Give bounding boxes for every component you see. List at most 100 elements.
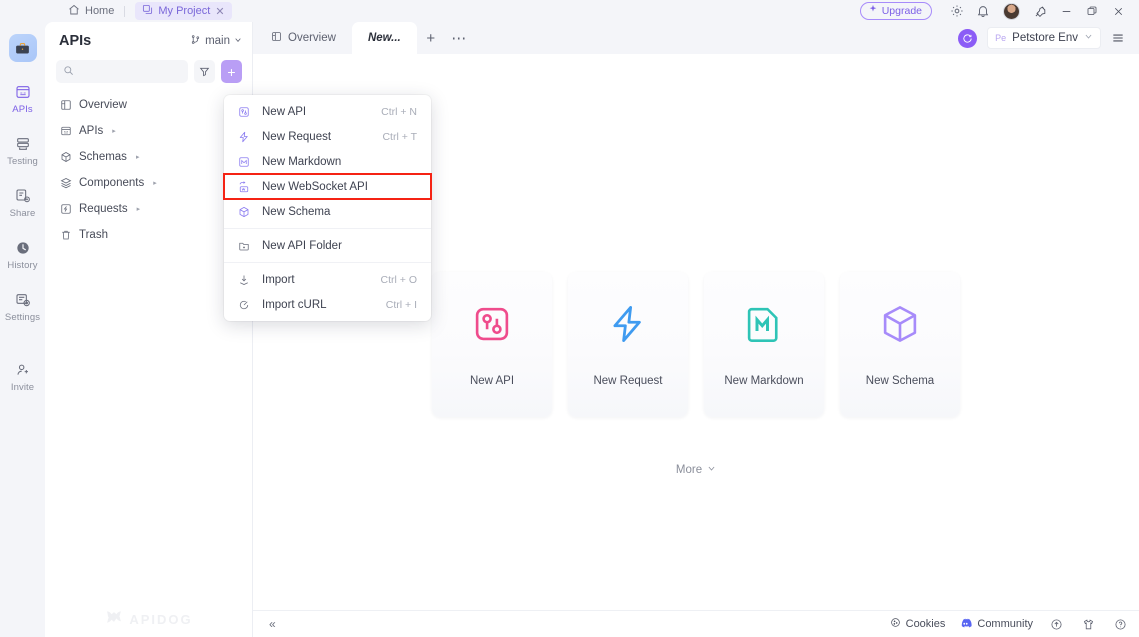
menu-divider xyxy=(224,228,431,229)
sidebar-item-settings[interactable]: Settings xyxy=(0,290,45,323)
search-input[interactable] xyxy=(79,65,181,78)
sidebar-item-apis-label: APIs xyxy=(12,104,33,115)
more-label: More xyxy=(675,464,703,476)
collapse-sidebar-button[interactable]: « xyxy=(263,617,282,631)
apidog-watermark: APIDOG xyxy=(45,610,253,629)
pin-icon[interactable] xyxy=(1027,0,1053,22)
schemas-icon xyxy=(59,151,72,163)
tree-item-overview[interactable]: Overview xyxy=(45,92,252,118)
card-new-api-label: New API xyxy=(469,375,515,387)
tree-caret: ▸ xyxy=(135,154,140,161)
tree-item-label: Schemas xyxy=(79,151,127,163)
help-circle-icon[interactable] xyxy=(1111,615,1129,633)
card-new-schema[interactable]: New Schema xyxy=(840,272,960,417)
chevron-down-icon xyxy=(234,35,242,47)
tree-item-schemas[interactable]: Schemas ▸ xyxy=(45,144,252,170)
sidebar-item-share-label: Share xyxy=(9,208,36,219)
panel-toolbar: + xyxy=(45,60,252,83)
branch-selector[interactable]: main xyxy=(190,34,242,48)
new-api-icon xyxy=(236,106,252,118)
menu-item-new-markdown[interactable]: New Markdown xyxy=(224,149,431,174)
card-new-api[interactable]: New API xyxy=(432,272,552,417)
menu-item-new-request[interactable]: New Request Ctrl + T xyxy=(224,124,431,149)
bottom-status-bar: « Cookies Community xyxy=(253,610,1139,637)
title-bar-actions: Upgrade xyxy=(859,0,1139,22)
search-box[interactable] xyxy=(56,60,188,83)
panel-header: APIs main xyxy=(45,22,252,60)
project-tab[interactable]: My Project ✕ xyxy=(135,2,232,20)
project-icon xyxy=(142,4,153,18)
new-tab-button[interactable]: + xyxy=(417,22,445,54)
bell-icon[interactable] xyxy=(970,0,996,22)
tab-new-label: New... xyxy=(367,32,401,44)
tree-item-apis[interactable]: APIs ▸ xyxy=(45,118,252,144)
filter-icon[interactable] xyxy=(194,60,215,83)
environment-selector[interactable]: Pe Petstore Env xyxy=(987,27,1101,49)
menu-item-label: New WebSocket API xyxy=(262,180,368,193)
chevron-down-icon xyxy=(707,464,716,476)
apis-tree-icon xyxy=(59,125,72,137)
tree-caret: ▸ xyxy=(112,128,116,135)
menu-item-new-schema[interactable]: New Schema xyxy=(224,199,431,224)
menu-item-new-websocket-api[interactable]: New WebSocket API xyxy=(223,173,432,200)
menu-item-label: Import cURL xyxy=(262,298,327,311)
tree-item-label: Trash xyxy=(79,229,108,241)
sidebar-item-settings-label: Settings xyxy=(4,312,41,323)
new-schema-card-icon xyxy=(879,272,921,375)
menu-item-import[interactable]: Import Ctrl + O xyxy=(224,267,431,292)
gear-icon[interactable] xyxy=(944,0,970,22)
menu-item-import-curl[interactable]: Import cURL Ctrl + I xyxy=(224,292,431,317)
upgrade-circle-icon[interactable] xyxy=(1047,615,1065,633)
title-bar: Home My Project ✕ Upgrade xyxy=(0,0,1139,22)
sync-icon[interactable] xyxy=(958,28,978,48)
menu-item-label: New Schema xyxy=(262,205,331,218)
sidebar-item-history[interactable]: History xyxy=(0,238,45,271)
card-new-markdown-label: New Markdown xyxy=(724,375,804,387)
project-tree: Overview APIs ▸ Schemas ▸ Components ▸ R… xyxy=(45,83,252,248)
tab-overflow-button[interactable]: ⋯ xyxy=(445,22,473,54)
shirt-icon[interactable] xyxy=(1079,615,1097,633)
tree-item-trash[interactable]: Trash xyxy=(45,222,252,248)
menu-item-new-api[interactable]: New API Ctrl + N xyxy=(224,99,431,124)
hamburger-icon[interactable] xyxy=(1105,22,1131,54)
home-icon xyxy=(68,4,80,19)
project-tab-label: My Project xyxy=(158,5,211,17)
sidebar-item-share[interactable]: Share xyxy=(0,186,45,219)
add-new-button[interactable]: + xyxy=(221,60,242,83)
menu-item-label: New API Folder xyxy=(262,239,342,252)
home-breadcrumb[interactable]: Home xyxy=(68,4,114,19)
more-button[interactable]: More xyxy=(253,464,1139,476)
home-label: Home xyxy=(85,5,115,17)
community-button[interactable]: Community xyxy=(959,616,1033,632)
card-new-markdown[interactable]: New Markdown xyxy=(704,272,824,417)
env-badge: Pe xyxy=(995,33,1007,43)
minimize-icon[interactable] xyxy=(1053,0,1079,22)
tree-caret: ▸ xyxy=(136,206,141,213)
cookies-button[interactable]: Cookies xyxy=(890,617,945,631)
tab-new[interactable]: New... xyxy=(351,22,417,54)
close-icon[interactable] xyxy=(1105,0,1131,22)
tree-item-label: APIs xyxy=(79,125,104,137)
upgrade-sparkle-icon xyxy=(868,4,878,17)
community-label: Community xyxy=(977,618,1033,630)
menu-item-shortcut: Ctrl + T xyxy=(382,130,417,143)
upgrade-button[interactable]: Upgrade xyxy=(859,2,932,20)
new-websocket-icon xyxy=(236,180,252,193)
briefcase-logo[interactable] xyxy=(8,34,37,62)
avatar[interactable] xyxy=(1003,2,1020,20)
tab-bar-actions: Pe Petstore Env xyxy=(958,22,1139,54)
tree-item-requests[interactable]: Requests ▸ xyxy=(45,196,252,222)
tree-item-components[interactable]: Components ▸ xyxy=(45,170,252,196)
menu-item-new-api-folder[interactable]: New API Folder xyxy=(224,233,431,258)
tab-overview[interactable]: Overview xyxy=(255,22,352,54)
sidebar-item-apis[interactable]: APIs xyxy=(0,82,45,115)
sidebar-item-testing[interactable]: Testing xyxy=(0,134,45,167)
project-tab-close-icon[interactable]: ✕ xyxy=(215,5,224,18)
cookie-icon xyxy=(890,617,901,631)
menu-item-label: Import xyxy=(262,273,295,286)
card-new-request[interactable]: New Request xyxy=(568,272,688,417)
maximize-icon[interactable] xyxy=(1079,0,1105,22)
sidebar-item-invite[interactable]: Invite xyxy=(0,360,45,393)
new-markdown-card-icon xyxy=(743,272,785,375)
git-branch-icon xyxy=(190,34,201,48)
